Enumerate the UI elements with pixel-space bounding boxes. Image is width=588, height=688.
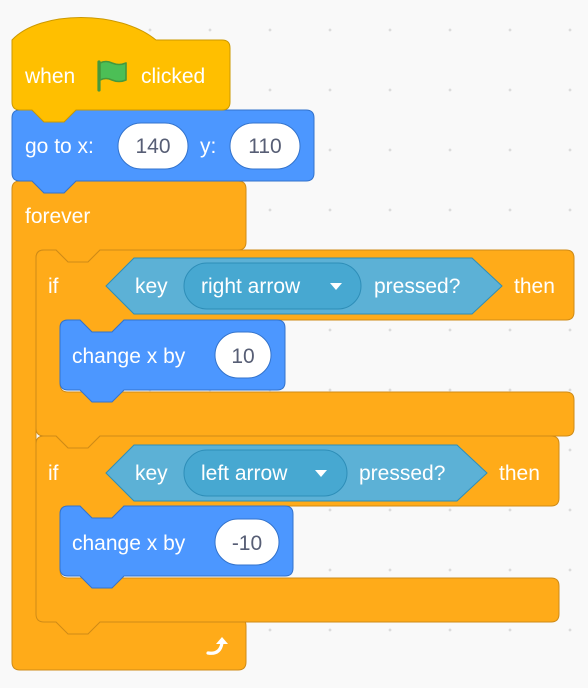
script-canvas: forever if key right arrow pressed? then… (11, 17, 575, 671)
go-to-label: go to x: (25, 135, 94, 158)
y-input[interactable]: 110 (229, 122, 301, 170)
then-label: then (514, 275, 555, 298)
change-x-value-input[interactable]: 10 (214, 331, 272, 379)
key-dropdown[interactable]: left arrow (183, 449, 348, 497)
key-dropdown[interactable]: right arrow (183, 262, 362, 310)
x-input[interactable]: 140 (117, 122, 189, 170)
key-label: key (135, 275, 168, 298)
clicked-label: clicked (141, 65, 205, 88)
key-label: key (135, 462, 168, 485)
key-pressed-condition[interactable]: key left arrow pressed? (105, 444, 488, 502)
forever-label: forever (25, 205, 90, 228)
when-flag-clicked-block[interactable]: when clicked (11, 17, 231, 123)
key-option-label: right arrow (201, 275, 301, 298)
pressed-label: pressed? (359, 462, 445, 485)
pressed-label: pressed? (374, 275, 460, 298)
y-label: y: (200, 135, 216, 158)
x-value: 140 (135, 135, 170, 158)
when-label: when (24, 65, 75, 88)
change-x-value-input[interactable]: -10 (214, 518, 280, 566)
change-x-label: change x by (72, 345, 186, 368)
key-pressed-condition[interactable]: key right arrow pressed? (105, 257, 503, 315)
if-label: if (48, 462, 59, 485)
key-option-label: left arrow (201, 462, 288, 485)
change-x-block-right[interactable]: change x by 10 (59, 319, 286, 403)
change-x-block-left[interactable]: change x by -10 (59, 505, 294, 589)
change-x-label: change x by (72, 532, 186, 555)
if-label: if (48, 275, 59, 298)
then-label: then (499, 462, 540, 485)
change-x-value: -10 (232, 532, 262, 555)
change-x-value: 10 (231, 345, 254, 368)
y-value: 110 (248, 135, 281, 158)
